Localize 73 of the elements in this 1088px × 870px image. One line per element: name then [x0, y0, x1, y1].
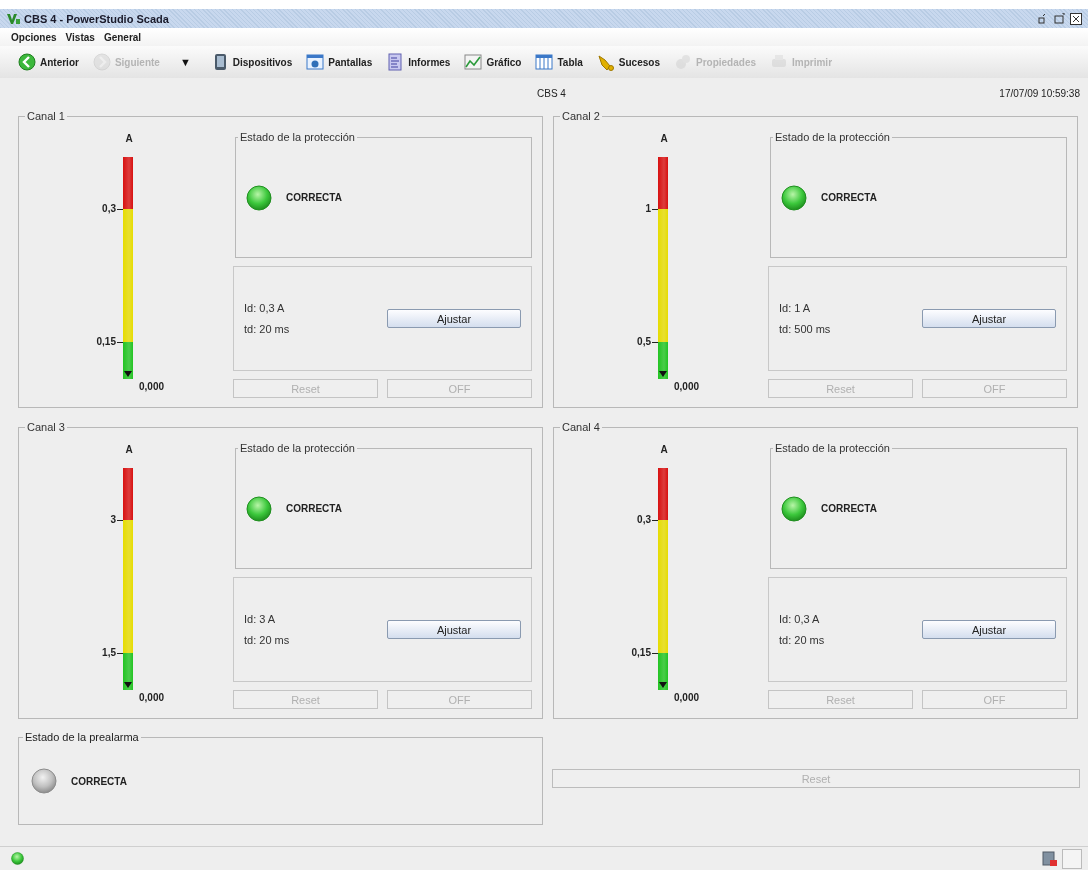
setting-text: Id: 3 A [244, 613, 277, 625]
unit-label: A [659, 444, 669, 455]
gauge-reading: 0,000 [674, 692, 700, 703]
unit-label: A [124, 133, 134, 144]
toolbar-button[interactable]: Dispositivos [208, 50, 295, 74]
toolbar-button[interactable]: Pantallas [304, 50, 375, 74]
setting-text: Id: 1 A [779, 302, 812, 314]
tick-mark [117, 653, 123, 654]
toolbar-button[interactable]: Informes [384, 50, 453, 74]
panel-title: Estado de la protección [773, 131, 892, 144]
setting-text: td: 20 ms [244, 323, 290, 335]
toolbar-button[interactable]: Tabla [533, 50, 585, 74]
panel-title: Canal 2 [560, 110, 602, 123]
app-icon [6, 12, 20, 25]
status-text: CORRECTA [286, 503, 342, 514]
tick-mark [652, 653, 658, 654]
menu-item[interactable]: Vistas [65, 31, 95, 43]
document-icon [386, 53, 405, 71]
setting-text: td: 500 ms [779, 323, 831, 335]
table-icon [535, 53, 554, 71]
tick-label: 0,15 [631, 647, 651, 659]
panel-title: Canal 1 [25, 110, 67, 123]
tick-mark [117, 342, 123, 343]
panel-title: Estado de la prealarma [23, 731, 141, 744]
setting-text: td: 20 ms [244, 634, 290, 646]
tick-mark [117, 520, 123, 521]
tick-label: 0,15 [96, 336, 116, 348]
menu-item[interactable]: Opciones [11, 31, 57, 43]
date-time: 17/07/09 10:59:38 [999, 88, 1080, 99]
close-icon[interactable] [1070, 12, 1082, 25]
toolbar-button[interactable]: Gráfico [462, 50, 524, 74]
panel-title: Canal 3 [25, 421, 67, 434]
tick-mark [652, 520, 658, 521]
setting-text: Id: 0,3 A [244, 302, 286, 314]
tick-mark [652, 209, 658, 210]
device-title: CBS 4 [537, 88, 566, 99]
adjust-button[interactable]: Ajustar [387, 620, 521, 639]
dropdown-button[interactable]: ▼ [177, 50, 193, 74]
tick-label: 0,5 [637, 336, 651, 348]
setting-text: td: 20 ms [779, 634, 825, 646]
toolbar-button[interactable]: Anterior [16, 50, 81, 74]
maximize-icon[interactable] [1054, 12, 1066, 25]
setting-text: Id: 0,3 A [779, 613, 821, 625]
tick-label: 3 [110, 514, 116, 526]
adjust-button[interactable]: Ajustar [387, 309, 521, 328]
disconnect-icon [1042, 850, 1058, 867]
tick-label: 1 [645, 203, 651, 215]
window-icon [306, 53, 325, 71]
tick-label: 1,5 [102, 647, 116, 659]
status-text: CORRECTA [71, 775, 127, 787]
panel-title: Canal 4 [560, 421, 602, 434]
menu-item[interactable]: General [103, 31, 142, 43]
tick-label: 0,3 [102, 203, 116, 215]
chart-icon [464, 53, 483, 71]
unit-label: A [124, 444, 134, 455]
gauge-reading: 0,000 [139, 692, 165, 703]
window-title: CBS 4 - PowerStudio Scada [24, 12, 169, 25]
toolbar-button[interactable]: Sucesos [594, 50, 662, 74]
adjust-button[interactable]: Ajustar [922, 309, 1056, 328]
panel-title: Estado de la protección [238, 131, 357, 144]
panel-title: Estado de la protección [773, 442, 892, 455]
gauge-reading: 0,000 [674, 381, 700, 392]
gear-icon [674, 53, 692, 71]
panel-title: Estado de la protección [238, 442, 357, 455]
status-text: CORRECTA [821, 192, 877, 203]
tick-label: 0,3 [637, 514, 651, 526]
tick-mark [117, 209, 123, 210]
adjust-button[interactable]: Ajustar [922, 620, 1056, 639]
gauge-reading: 0,000 [139, 381, 165, 392]
unit-label: A [659, 133, 669, 144]
tick-mark [652, 342, 658, 343]
status-text: CORRECTA [286, 192, 342, 203]
status-text: CORRECTA [821, 503, 877, 514]
